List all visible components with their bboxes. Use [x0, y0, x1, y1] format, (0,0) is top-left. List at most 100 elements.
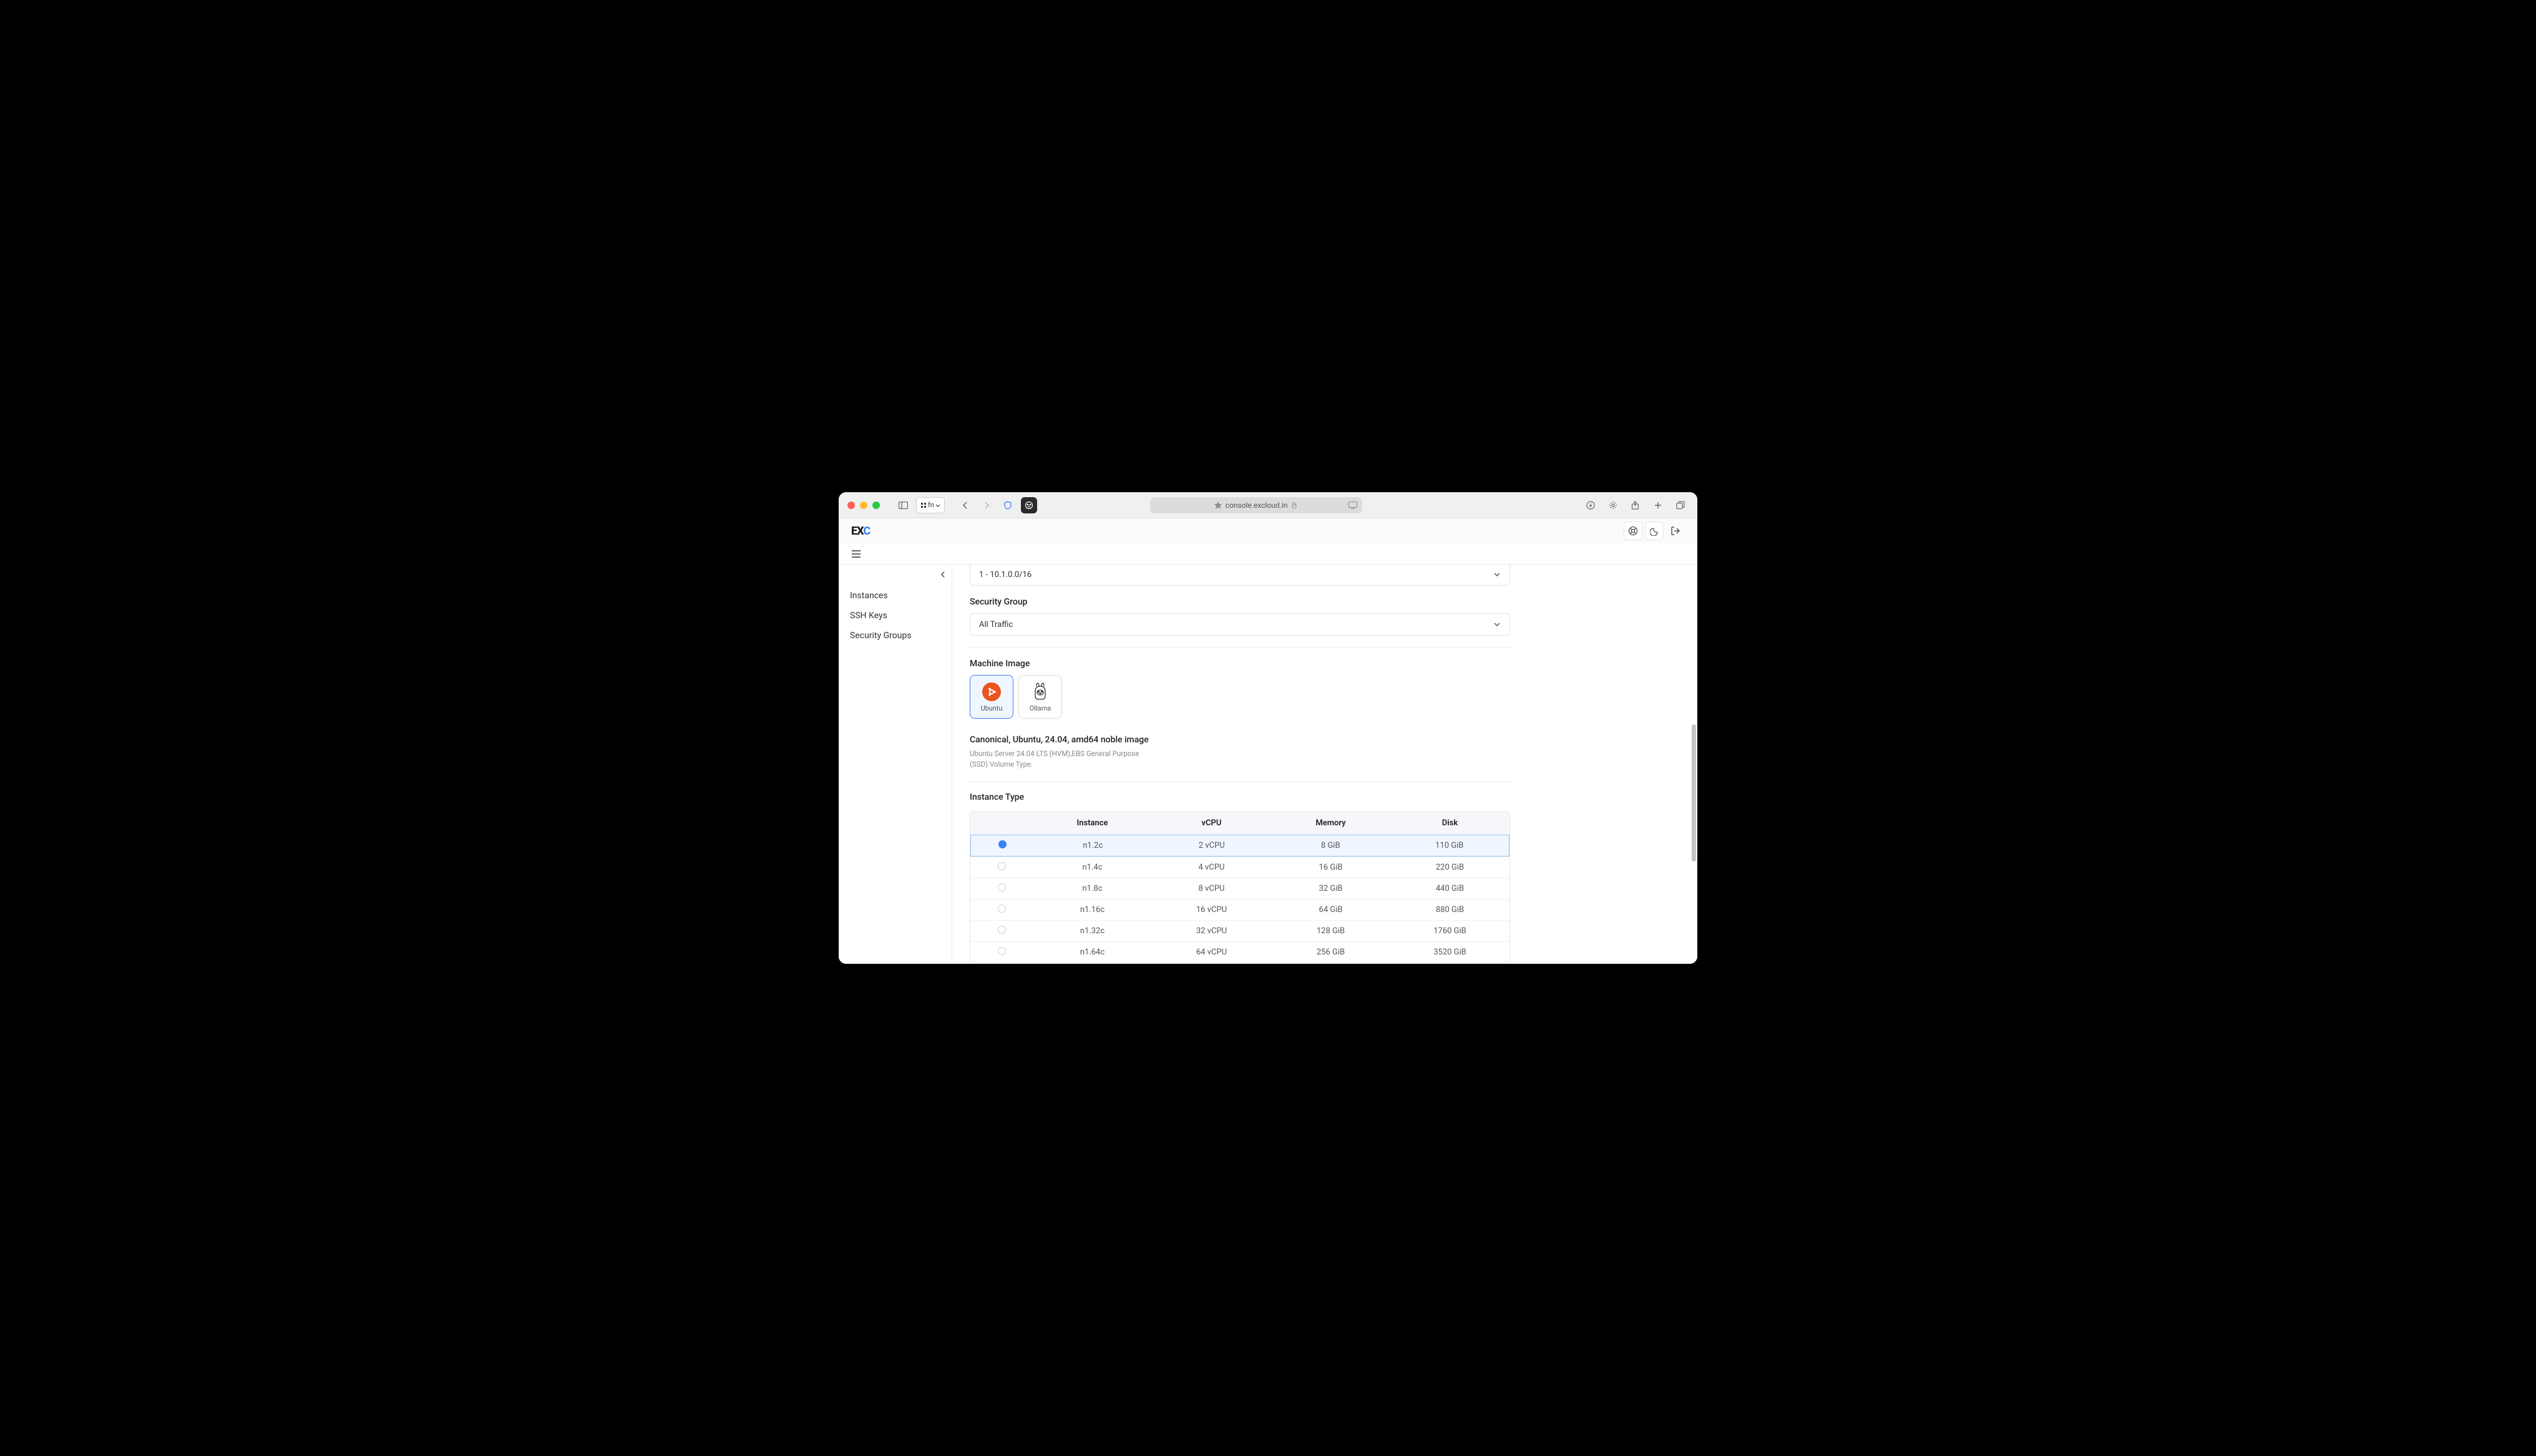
help-button[interactable] — [1624, 522, 1642, 540]
cell-instance: n1.4c — [1033, 863, 1152, 872]
back-button[interactable] — [957, 497, 973, 513]
logout-button[interactable] — [1666, 522, 1685, 540]
column-header-radio — [970, 818, 1033, 828]
main-content: 1 - 10.1.0.0/16 Security Group All Traff… — [952, 565, 1697, 964]
security-group-select[interactable]: All Traffic — [970, 613, 1510, 636]
cell-memory: 16 GiB — [1271, 863, 1390, 872]
fn-label: fn — [928, 501, 934, 509]
cell-disk: 220 GiB — [1390, 863, 1509, 872]
cell-memory: 32 GiB — [1271, 884, 1390, 893]
table-row[interactable]: n1.4c 4 vCPU 16 GiB 220 GiB — [970, 857, 1509, 878]
column-header-instance: Instance — [1033, 818, 1152, 828]
table-header: Instance vCPU Memory Disk — [970, 812, 1509, 835]
chevron-down-icon — [1493, 621, 1501, 628]
cell-vcpu: 8 vCPU — [1152, 884, 1271, 893]
table-row[interactable]: n1.8c 8 vCPU 32 GiB 440 GiB — [970, 878, 1509, 899]
radio-button[interactable] — [998, 862, 1006, 870]
scrollbar-thumb[interactable] — [1692, 724, 1696, 861]
chevron-down-icon — [1493, 571, 1501, 578]
sidebar-toggle-icon[interactable] — [895, 497, 911, 513]
cell-vcpu: 32 vCPU — [1152, 926, 1271, 936]
tabs-overview-icon[interactable] — [1672, 497, 1689, 513]
image-card-ollama[interactable]: Ollama — [1018, 675, 1062, 719]
column-header-vcpu: vCPU — [1152, 818, 1271, 828]
cell-memory: 64 GiB — [1271, 905, 1390, 915]
network-select-value: 1 - 10.1.0.0/16 — [979, 570, 1031, 580]
instance-type-table: Instance vCPU Memory Disk n1.2c 2 vCPU 8… — [970, 811, 1510, 963]
image-card-ubuntu[interactable]: Ubuntu — [970, 675, 1013, 719]
url-bar[interactable]: console.excloud.in — [1150, 497, 1362, 513]
browser-window: fn console.excloud.in — [839, 492, 1697, 964]
share-icon[interactable] — [1627, 497, 1644, 513]
table-row[interactable]: n1.64c 64 vCPU 256 GiB 3520 GiB — [970, 941, 1509, 963]
cell-vcpu: 2 vCPU — [1153, 841, 1272, 850]
fn-menu-button[interactable]: fn — [916, 497, 945, 513]
machine-image-cards: Ubuntu Ollama — [970, 675, 1510, 719]
cell-instance: n1.8c — [1033, 884, 1152, 893]
sidebar-item-security-groups[interactable]: Security Groups — [839, 626, 952, 646]
sidebar-item-label: Security Groups — [850, 631, 912, 641]
sidebar-item-label: SSH Keys — [850, 611, 887, 621]
settings-gear-icon[interactable] — [1605, 497, 1621, 513]
site-settings-icon — [1214, 502, 1222, 509]
cell-memory: 8 GiB — [1271, 841, 1390, 850]
traffic-lights — [847, 502, 880, 509]
radio-button[interactable] — [998, 905, 1006, 913]
app-logo[interactable]: EXC — [851, 525, 870, 538]
column-header-disk: Disk — [1390, 818, 1509, 828]
ollama-icon — [1030, 682, 1050, 702]
table-row[interactable]: n1.16c 16 vCPU 64 GiB 880 GiB — [970, 899, 1509, 920]
image-description: Ubuntu Server 24.04 LTS (HVM),EBS Genera… — [970, 749, 1144, 770]
sidebar: Instances SSH Keys Security Groups — [839, 565, 952, 964]
cell-instance: n1.64c — [1033, 948, 1152, 957]
downloads-icon[interactable] — [1583, 497, 1599, 513]
security-group-label: Security Group — [970, 597, 1510, 607]
divider — [970, 647, 1510, 648]
instance-type-label: Instance Type — [970, 792, 1510, 802]
secondary-bar — [839, 543, 1697, 565]
cell-memory: 128 GiB — [1271, 926, 1390, 936]
radio-button[interactable] — [998, 883, 1006, 891]
minimize-window-button[interactable] — [860, 502, 867, 509]
machine-image-label: Machine Image — [970, 659, 1510, 669]
cell-vcpu: 16 vCPU — [1152, 905, 1271, 915]
reader-mode-icon[interactable] — [1348, 502, 1357, 509]
network-select[interactable]: 1 - 10.1.0.0/16 — [970, 565, 1510, 586]
sidebar-item-ssh-keys[interactable]: SSH Keys — [839, 606, 952, 626]
security-group-value: All Traffic — [979, 620, 1013, 629]
cell-vcpu: 64 vCPU — [1152, 948, 1271, 957]
table-row[interactable]: n1.32c 32 vCPU 128 GiB 1760 GiB — [970, 920, 1509, 941]
extension-icon[interactable] — [1021, 497, 1037, 513]
app-topbar: EXC — [839, 518, 1697, 543]
maximize-window-button[interactable] — [872, 502, 880, 509]
sidebar-item-label: Instances — [850, 591, 888, 601]
cell-disk: 110 GiB — [1390, 841, 1509, 850]
scrollbar[interactable] — [1691, 565, 1696, 964]
cell-instance: n1.32c — [1033, 926, 1152, 936]
cell-disk: 440 GiB — [1390, 884, 1509, 893]
cell-instance: n1.2c — [1033, 841, 1153, 850]
cell-instance: n1.16c — [1033, 905, 1152, 915]
sidebar-item-instances[interactable]: Instances — [839, 586, 952, 606]
ubuntu-icon — [982, 682, 1002, 702]
lock-icon — [1291, 502, 1297, 508]
column-header-memory: Memory — [1271, 818, 1390, 828]
sidebar-collapse-button[interactable] — [939, 571, 947, 578]
theme-toggle-button[interactable] — [1645, 522, 1664, 540]
shield-icon[interactable] — [1000, 497, 1016, 513]
radio-button[interactable] — [998, 947, 1006, 955]
browser-chrome: fn console.excloud.in — [839, 492, 1697, 518]
image-card-label: Ollama — [1030, 704, 1051, 712]
image-card-label: Ubuntu — [980, 704, 1002, 712]
cell-disk: 1760 GiB — [1390, 926, 1509, 936]
cell-disk: 880 GiB — [1390, 905, 1509, 915]
radio-button[interactable] — [998, 926, 1006, 934]
table-row[interactable]: n1.2c 2 vCPU 8 GiB 110 GiB — [970, 835, 1509, 857]
new-tab-icon[interactable] — [1650, 497, 1666, 513]
image-title: Canonical, Ubuntu, 24.04, amd64 noble im… — [970, 735, 1510, 745]
close-window-button[interactable] — [847, 502, 855, 509]
radio-button[interactable] — [998, 840, 1007, 848]
app-body: Instances SSH Keys Security Groups 1 - 1… — [839, 565, 1697, 964]
forward-button[interactable] — [978, 497, 995, 513]
menu-toggle-button[interactable] — [851, 550, 861, 558]
